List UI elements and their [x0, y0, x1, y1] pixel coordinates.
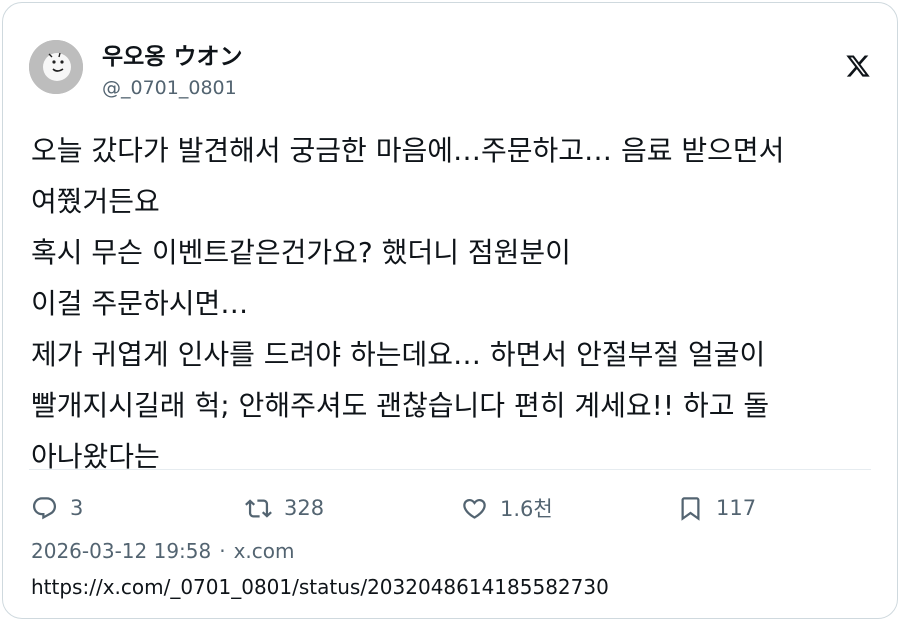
- tweet-text-line: 빨개지시길래 헉; 안해주셔도 괜찮습니다 편히 계세요!! 하고 돌: [31, 389, 770, 422]
- reply-icon: [32, 496, 57, 519]
- reply-button[interactable]: 3: [31, 489, 83, 527]
- tweet-text-line: 여쭸거든요: [31, 185, 160, 218]
- bookmark-button[interactable]: 117: [677, 489, 756, 527]
- avatar[interactable]: [29, 40, 83, 94]
- timestamp[interactable]: 2026-03-12 19:58: [31, 539, 211, 563]
- tweet-text-line: 제가 귀엽게 인사를 드려야 하는데요… 하면서 안절부절 얼굴이: [31, 338, 766, 371]
- retweet-button[interactable]: 328: [245, 489, 324, 527]
- tweet-text: 오늘 갔다가 발견해서 궁금한 마음에…주문하고… 음료 받으면서 여쭸거든요 …: [31, 125, 881, 482]
- retweet-icon: [245, 498, 272, 518]
- action-bar: 3 328 1.6천 117: [31, 489, 871, 527]
- author-display-name[interactable]: 우오옹 ウオン: [102, 37, 243, 71]
- heart-icon: [463, 498, 486, 519]
- tweet-text-line: 오늘 갔다가 발견해서 궁금한 마음에…주문하고… 음료 받으면서: [31, 134, 785, 167]
- bookmark-count: 117: [716, 496, 757, 520]
- tweet-text-line: 아나왔다는: [31, 440, 160, 473]
- tweet-text-line: 혹시 무슨 이벤트같은건가요? 했더니 점원분이: [31, 236, 571, 269]
- bookmark-icon: [681, 496, 700, 521]
- status-url[interactable]: https://x.com/_0701_0801/status/20320486…: [31, 575, 609, 599]
- like-button[interactable]: 1.6천: [461, 489, 553, 527]
- divider: [29, 469, 871, 470]
- reply-count: 3: [70, 496, 84, 520]
- meta-separator: ·: [219, 539, 226, 563]
- tweet-meta: 2026-03-12 19:58 · x.com: [31, 539, 295, 563]
- retweet-count: 328: [284, 496, 325, 520]
- x-logo-icon[interactable]: [845, 53, 871, 79]
- source-link[interactable]: x.com: [234, 539, 295, 563]
- like-count: 1.6천: [500, 497, 553, 521]
- author-handle[interactable]: @_0701_0801: [102, 77, 237, 99]
- tweet-card: 우오옹 ウオン @_0701_0801 오늘 갔다가 발견해서 궁금한 마음에……: [2, 2, 898, 619]
- avatar-face-icon: [29, 40, 83, 94]
- tweet-text-line: 이걸 주문하시면…: [31, 287, 249, 320]
